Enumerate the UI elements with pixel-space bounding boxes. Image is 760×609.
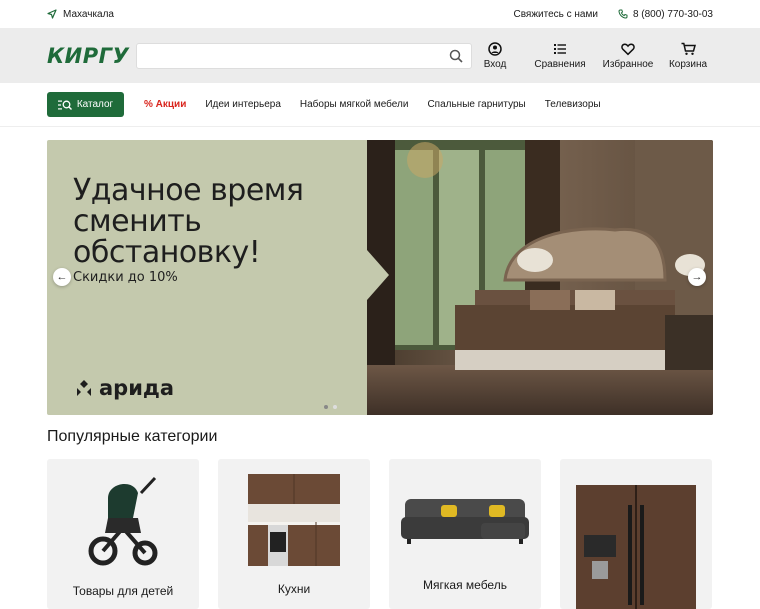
nav-link-tvs[interactable]: Телевизоры (545, 99, 601, 110)
user-icon (488, 41, 502, 56)
phone-link[interactable]: 8 (800) 770-30-03 (618, 9, 713, 20)
login-button[interactable]: Вход (473, 41, 517, 70)
kids-tricycle-image (88, 476, 158, 566)
banner-pagination (324, 405, 337, 409)
arrow-left-icon: ← (56, 271, 68, 283)
nav-link-interior-ideas[interactable]: Идеи интерьера (205, 99, 281, 110)
cart-button[interactable]: Корзина (663, 42, 713, 70)
phone-icon (618, 9, 628, 19)
arrow-right-icon: → (691, 271, 703, 283)
category-card-kitchens[interactable]: Кухни (218, 459, 370, 609)
favorites-label: Избранное (602, 58, 654, 70)
section-title: Популярные категории (47, 428, 218, 445)
banner-panel-notch (367, 250, 389, 300)
banner-headline: Удачное время сменить обстановку! (73, 173, 304, 270)
catalog-label: Каталог (76, 99, 114, 110)
promo-banner[interactable]: Удачное время сменить обстановку! Скидки… (47, 140, 713, 415)
compare-label: Сравнения (534, 58, 586, 70)
headline-line-1: Удачное время (73, 173, 304, 208)
catalog-button[interactable]: Каталог (47, 92, 124, 117)
bedroom-photo (335, 140, 713, 415)
headline-line-3: обстановку! (73, 235, 261, 270)
category-card-fridges[interactable] (560, 459, 712, 609)
city-label: Махачкала (63, 8, 114, 20)
search-input[interactable] (136, 42, 472, 69)
compare-button[interactable]: Сравнения (527, 42, 593, 70)
top-bar: Махачкала Свяжитесь с нами 8 (800) 770-3… (0, 0, 760, 28)
kitchen-image (248, 474, 340, 566)
phone-number: 8 (800) 770-30-03 (632, 8, 713, 20)
main-nav: Каталог % Акции Идеи интерьера Наборы мя… (0, 83, 760, 127)
nav-link-sofa-sets[interactable]: Наборы мягкой мебели (300, 99, 409, 110)
pagination-dot[interactable] (333, 405, 337, 409)
banner-discount: Скидки до 10% (73, 270, 178, 285)
pagination-dot[interactable] (324, 405, 328, 409)
heart-icon (621, 42, 635, 55)
fridge-image (576, 485, 696, 609)
category-cards: Товары для детей Кухни Мягкая мебель (47, 459, 712, 609)
nav-link-bedroom-sets[interactable]: Спальные гарнитуры (427, 99, 525, 110)
category-card-sofas[interactable]: Мягкая мебель (389, 459, 541, 609)
login-label: Вход (483, 58, 507, 70)
category-card-kids[interactable]: Товары для детей (47, 459, 199, 609)
cart-icon (681, 42, 696, 55)
category-label: Кухни (277, 582, 311, 596)
contact-link[interactable]: Свяжитесь с нами (513, 9, 597, 20)
catalog-search-icon (57, 100, 72, 110)
brand-mark-icon (77, 380, 91, 396)
category-label: Товары для детей (72, 584, 174, 598)
compare-icon (554, 43, 566, 54)
headline-line-2: сменить (73, 204, 202, 239)
brand-name: арида (99, 376, 175, 400)
location-arrow-icon (47, 9, 57, 19)
banner-prev-button[interactable]: ← (53, 268, 71, 286)
cart-label: Корзина (668, 58, 708, 70)
search-icon[interactable] (449, 49, 463, 63)
header: КИРГУ Вход Сравнения Избранное Корзина (0, 28, 760, 83)
sofa-image (401, 499, 529, 544)
banner-next-button[interactable]: → (688, 268, 706, 286)
category-label: Мягкая мебель (423, 578, 507, 592)
city-selector[interactable]: Махачкала (47, 9, 114, 20)
site-logo[interactable]: КИРГУ (47, 44, 135, 68)
nav-link-sales[interactable]: % Акции (144, 99, 186, 110)
brand-logo: арида (75, 376, 174, 400)
favorites-button[interactable]: Избранное (597, 42, 659, 70)
